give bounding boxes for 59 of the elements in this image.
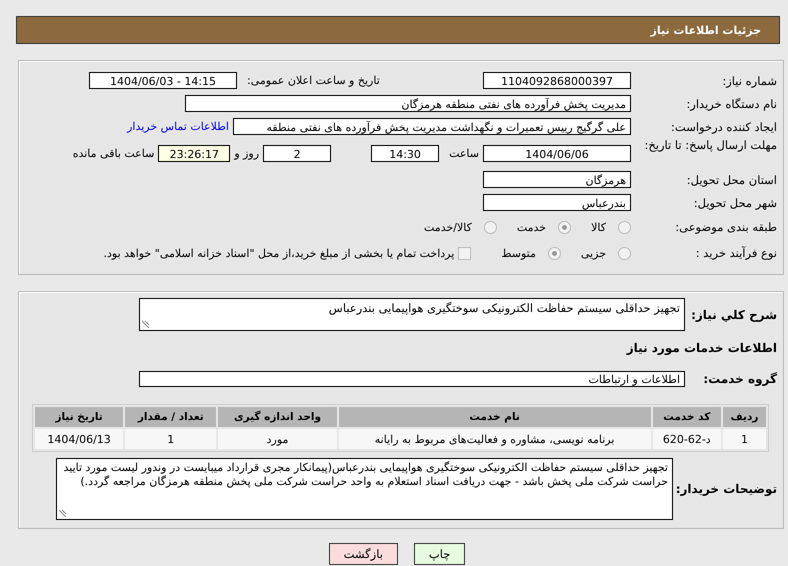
province-field: هرمزگان [483, 171, 631, 188]
column-header: واحد اندازه گیری [218, 407, 337, 427]
table-cell: 1 [125, 429, 216, 449]
print-button[interactable]: چاپ [414, 543, 466, 565]
field-label: مهلت ارسال پاسخ: تا تاریخ: [643, 138, 777, 152]
back-button[interactable]: بازگشت [328, 543, 398, 565]
column-header: نام خدمت [338, 407, 651, 427]
buyer-notes-field[interactable]: تجهیز حداقلی سیستم حفاظت الکترونیکی سوختگیری هواپیمایی بندرعباس(پیمانکار مجری قرارداد میبایست در وندور لیست مورد تایید حراست شرکت ملی پخش باشد - جهت دریافت اسناد استعلام به واحد حراست شرکت ملی پخش منطقه هرمزگان مراجعه گردد.) [56, 458, 673, 520]
option-label: کالا/خدمت [424, 220, 472, 234]
days-field: 2 [263, 144, 332, 162]
field-label: گروه خدمت: [702, 372, 777, 386]
field-label: نام دستگاه خریدار: [685, 96, 777, 110]
field-label: شماره نیاز: [721, 74, 777, 88]
option-label: خدمت [516, 220, 546, 234]
remaining-time-field: 23:26:17 [158, 144, 230, 162]
need-number-field: 1104092868000397 [483, 72, 631, 89]
days-label: روز و [234, 146, 260, 160]
field-label: شهر محل تحویل: [692, 196, 777, 210]
field-label: تاریخ و ساعت اعلان عمومی: [247, 74, 380, 87]
option-label: متوسط [501, 246, 536, 260]
option-label: کالا [591, 220, 606, 234]
payment-note: پرداخت تمام یا بخشی از مبلغ خرید،از محل "اسناد خزانه اسلامی" خواهد بود. [104, 246, 454, 260]
radio-button[interactable] [618, 246, 631, 260]
column-header: تعداد / مقدار [125, 407, 216, 427]
table-cell: 1 [722, 429, 766, 449]
field-label: نوع فرآیند خرید : [694, 246, 777, 260]
column-header: ردیف [722, 407, 766, 427]
page-title: جزئیات اطلاعات نیاز [650, 24, 761, 36]
table-cell: مورد [218, 429, 337, 449]
field-label: استان محل تحویل: [686, 172, 777, 186]
resize-grip-icon[interactable] [59, 509, 67, 517]
checkbox[interactable] [458, 246, 472, 260]
option-label: جزیی [580, 246, 606, 260]
description-field[interactable]: تجهیز حداقلی سیستم حفاظت الکترونیکی سوختگیری هواپیمایی بندرعباس [139, 298, 685, 331]
radio-button[interactable] [484, 220, 497, 234]
resize-grip-icon[interactable] [142, 320, 150, 328]
contact-link[interactable]: اطلاعات تماس خریدار [127, 120, 229, 133]
time-label: ساعت [449, 146, 479, 160]
announcement-field: 1404/06/03 - 14:15 [89, 72, 237, 89]
column-header: تاریخ نیاز [35, 407, 124, 427]
field-label: ایجاد کننده درخواست: [670, 120, 777, 134]
field-label: شرح کلي نياز: [690, 308, 777, 322]
city-field: بندرعباس [483, 194, 631, 211]
section-heading: اطلاعات خدمات مورد نیاز [625, 341, 777, 355]
column-header: کد خدمت [652, 407, 721, 427]
field-label: طبقه بندی موضوعی: [674, 220, 777, 234]
table-cell: 1404/06/13 [35, 429, 124, 449]
date-field: 1404/06/06 [483, 144, 631, 162]
remaining-label: ساعت باقی مانده [72, 146, 154, 160]
requester-field: علی گرگیج رییس تعمیرات و نگهداشت مدیریت پخش فرآورده های نفتی منطقه [233, 118, 631, 135]
buyer-field: مدیریت پخش فرآورده های نفتی منطقه هرمزگان [185, 95, 631, 112]
radio-button[interactable] [548, 246, 561, 260]
table-cell: د-62-620 [652, 429, 721, 449]
time-field: 14:30 [371, 144, 440, 162]
radio-button[interactable] [558, 220, 572, 234]
table-cell: برنامه نویسی، مشاوره و فعالیت‌های مربوط به رایانه [338, 429, 651, 449]
service-group-field: اطلاعات و ارتباطات [139, 370, 685, 386]
radio-button[interactable] [618, 220, 631, 234]
field-label: توضیحات خریدار: [674, 482, 777, 496]
